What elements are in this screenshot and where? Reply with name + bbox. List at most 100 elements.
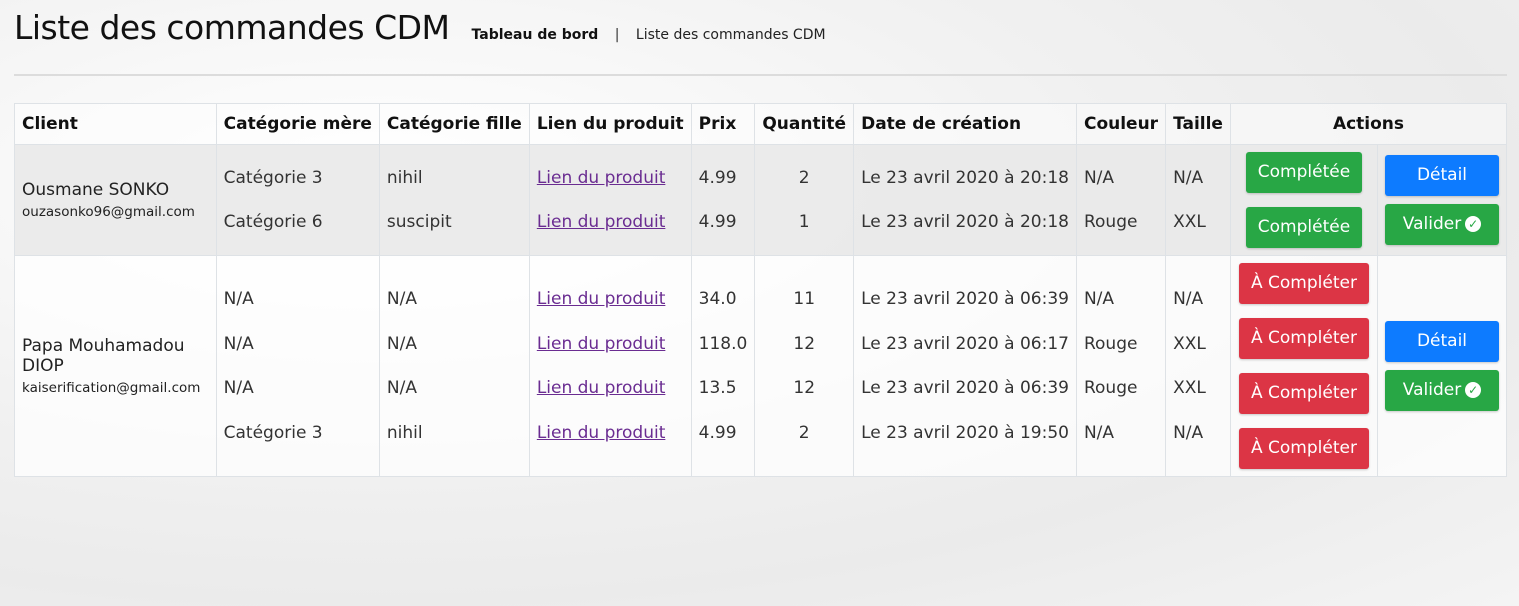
product-link[interactable]: Lien du produit [537, 378, 666, 398]
taille: N/A [1173, 422, 1204, 443]
categorie-fille: nihil [386, 167, 423, 188]
breadcrumb: Tableau de bord | Liste des commandes CD… [472, 27, 826, 43]
categorie-fille: suscipit [386, 212, 452, 233]
prix: 4.99 [698, 422, 737, 443]
couleur: Rouge [1083, 333, 1138, 354]
status-to-complete-button[interactable]: À Compléter [1239, 373, 1369, 414]
prix: 118.0 [698, 333, 748, 354]
order-actions-cell: Détail Valider ✓ [1376, 144, 1508, 256]
lien-cell: Lien du produit Lien du produit Lien du … [528, 255, 692, 477]
categorie-mere: Catégorie 3 [223, 422, 323, 443]
valider-label: Valider [1402, 380, 1462, 400]
date-creation: Le 23 avril 2020 à 06:39 [861, 378, 1069, 399]
order-actions-cell: Détail Valider ✓ [1376, 255, 1508, 477]
couleur-cell: N/A Rouge [1075, 144, 1167, 256]
couleur: N/A [1083, 422, 1115, 443]
couleur: N/A [1083, 289, 1115, 310]
prix: 4.99 [698, 212, 737, 233]
prix: 4.99 [698, 167, 737, 188]
quantite: 2 [798, 422, 810, 443]
quantite: 12 [793, 333, 816, 354]
prix-cell: 4.99 4.99 [690, 144, 756, 256]
quantite-cell: 2 1 [754, 144, 855, 256]
status-completed-button[interactable]: Complétée [1245, 152, 1363, 193]
detail-button[interactable]: Détail [1384, 321, 1499, 362]
status-actions-cell: À Compléter À Compléter À Compléter À Co… [1229, 255, 1378, 477]
column-header-actions: Actions [1229, 103, 1508, 145]
column-header-prix: Prix [690, 103, 756, 145]
date-cell: Le 23 avril 2020 à 06:39 Le 23 avril 202… [853, 255, 1077, 477]
column-header-client: Client [14, 103, 217, 145]
page-header: Liste des commandes CDM Tableau de bord … [14, 8, 826, 58]
column-header-categorie-fille: Catégorie fille [378, 103, 530, 145]
valider-button[interactable]: Valider ✓ [1384, 204, 1499, 245]
product-link[interactable]: Lien du produit [537, 168, 666, 188]
quantite: 11 [793, 289, 816, 310]
categorie-fille-cell: N/A N/A N/A nihil [378, 255, 530, 477]
product-link[interactable]: Lien du produit [537, 423, 666, 443]
categorie-mere: N/A [223, 289, 254, 310]
taille: XXL [1173, 333, 1206, 354]
taille: N/A [1173, 167, 1204, 188]
product-link[interactable]: Lien du produit [537, 289, 666, 309]
date-creation: Le 23 avril 2020 à 20:18 [861, 167, 1069, 188]
couleur-cell: N/A Rouge Rouge N/A [1075, 255, 1167, 477]
date-creation: Le 23 avril 2020 à 06:17 [861, 333, 1069, 354]
column-header-couleur: Couleur [1075, 103, 1167, 145]
quantite: 2 [798, 167, 810, 188]
status-to-complete-button[interactable]: À Compléter [1239, 428, 1369, 469]
breadcrumb-separator: | [614, 27, 620, 43]
column-header-lien-produit: Lien du produit [528, 103, 692, 145]
check-circle-icon: ✓ [1465, 216, 1482, 232]
couleur: Rouge [1083, 378, 1138, 399]
client-cell: Papa Mouhamadou DIOP kaiserification@gma… [14, 255, 217, 477]
categorie-mere-cell: Catégorie 3 Catégorie 6 [215, 144, 380, 256]
product-link[interactable]: Lien du produit [537, 212, 666, 232]
prix-cell: 34.0 118.0 13.5 4.99 [690, 255, 756, 477]
status-actions-cell: Complétée Complétée [1229, 144, 1378, 256]
status-to-complete-button[interactable]: À Compléter [1239, 263, 1369, 304]
couleur: N/A [1083, 167, 1115, 188]
quantite: 1 [798, 212, 810, 233]
categorie-mere: N/A [223, 378, 254, 399]
product-link[interactable]: Lien du produit [537, 334, 666, 354]
categorie-mere-cell: N/A N/A N/A Catégorie 3 [215, 255, 380, 477]
client-cell: Ousmane SONKO ouzasonko96@gmail.com [14, 144, 217, 256]
categorie-fille: N/A [386, 333, 417, 354]
table-row: Ousmane SONKO ouzasonko96@gmail.com Caté… [14, 144, 1508, 256]
lien-cell: Lien du produit Lien du produit [528, 144, 692, 256]
taille: XXL [1173, 378, 1206, 399]
taille-cell: N/A XXL XXL N/A [1165, 255, 1231, 477]
categorie-mere: N/A [223, 333, 254, 354]
valider-button[interactable]: Valider ✓ [1384, 370, 1499, 411]
table-row: Papa Mouhamadou DIOP kaiserification@gma… [14, 255, 1508, 477]
date-creation: Le 23 avril 2020 à 19:50 [861, 422, 1069, 443]
status-completed-button[interactable]: Complétée [1245, 207, 1363, 248]
client-email: ouzasonko96@gmail.com [22, 204, 195, 220]
categorie-mere: Catégorie 6 [223, 212, 323, 233]
client-name: Ousmane SONKO [22, 180, 170, 200]
categorie-fille: nihil [386, 422, 423, 443]
date-creation: Le 23 avril 2020 à 06:39 [861, 289, 1069, 310]
taille-cell: N/A XXL [1165, 144, 1231, 256]
prix: 13.5 [698, 378, 737, 399]
valider-label: Valider [1402, 214, 1462, 234]
status-to-complete-button[interactable]: À Compléter [1239, 318, 1369, 359]
prix: 34.0 [698, 289, 737, 310]
couleur: Rouge [1083, 212, 1138, 233]
detail-button[interactable]: Détail [1384, 155, 1499, 196]
categorie-mere: Catégorie 3 [223, 167, 323, 188]
page-title: Liste des commandes CDM [14, 8, 450, 47]
taille: XXL [1173, 212, 1206, 233]
date-creation: Le 23 avril 2020 à 20:18 [861, 212, 1069, 233]
quantite-cell: 11 12 12 2 [754, 255, 855, 477]
taille: N/A [1173, 289, 1204, 310]
categorie-fille: N/A [386, 289, 417, 310]
date-cell: Le 23 avril 2020 à 20:18 Le 23 avril 202… [853, 144, 1077, 256]
breadcrumb-current: Liste des commandes CDM [635, 27, 826, 43]
categorie-fille-cell: nihil suscipit [378, 144, 530, 256]
breadcrumb-home[interactable]: Tableau de bord [472, 27, 599, 43]
column-header-taille: Taille [1165, 103, 1231, 145]
client-email: kaiserification@gmail.com [22, 380, 201, 396]
table-header-row: Client Catégorie mère Catégorie fille Li… [14, 103, 1508, 145]
